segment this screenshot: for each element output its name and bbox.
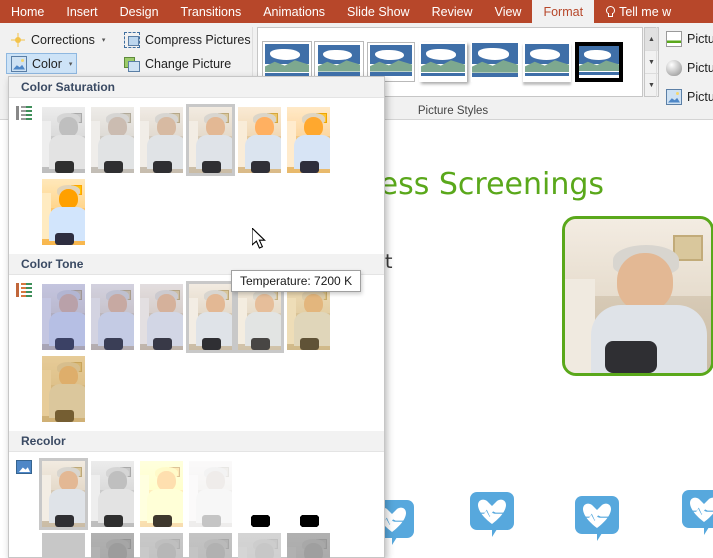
color-saturation-section [9, 98, 384, 254]
swatch-temperature-4700k[interactable] [39, 281, 88, 353]
swatch-washout[interactable] [186, 458, 235, 530]
picture-style-drop-shadow-rectangle[interactable] [419, 42, 467, 82]
brightness-sun-icon [10, 32, 26, 48]
ribbon-tab-bar: Home Insert Design Transitions Animation… [0, 0, 713, 23]
tab-review[interactable]: Review [421, 0, 484, 23]
picture-style-options-group: Pictu Pictu Pictu [660, 23, 713, 120]
picture-border-label: Pictu [687, 31, 713, 46]
picture-effects-label: Pictu [687, 60, 713, 75]
color-tone-grid[interactable] [39, 281, 380, 425]
swatch-sepia[interactable] [137, 458, 186, 530]
swatch-saturation-0[interactable] [39, 104, 88, 176]
tell-me-label: Tell me w [619, 4, 672, 19]
swatch-accent-color-4-dark[interactable] [235, 530, 284, 558]
tab-format[interactable]: Format [532, 0, 595, 23]
picture-layout-icon [666, 88, 682, 105]
heart-pulse-chat-icon [575, 496, 619, 541]
compress-pictures-label: Compress Pictures [145, 32, 251, 47]
section-header-color-saturation: Color Saturation [9, 77, 384, 98]
photo-bp-cuff [605, 341, 657, 373]
photo-face [617, 253, 673, 311]
tab-design[interactable]: Design [109, 0, 170, 23]
tab-transitions[interactable]: Transitions [170, 0, 253, 23]
powerpoint-window: Home Insert Design Transitions Animation… [0, 0, 713, 558]
picture-style-reflected-rounded-rectangle[interactable] [471, 42, 519, 82]
swatch-black-and-white-25[interactable] [235, 458, 284, 530]
swatch-temperature-11200k[interactable] [39, 353, 88, 425]
color-tone-section [9, 275, 384, 431]
corrections-button[interactable]: Corrections ▾ [6, 29, 109, 50]
picture-effects-button[interactable]: Pictu [662, 57, 713, 78]
picture-color-icon [11, 55, 27, 72]
heart-pulse-chat-icon [682, 490, 713, 535]
swatch-saturation-33[interactable] [88, 104, 137, 176]
picture-layout-button[interactable]: Pictu [662, 86, 713, 107]
temperature-tooltip: Temperature: 7200 K [231, 270, 362, 292]
swatch-grayscale[interactable] [88, 458, 137, 530]
recolor-grid[interactable] [39, 458, 380, 558]
tell-me-search[interactable]: Tell me w [594, 0, 682, 23]
tab-slide-show[interactable]: Slide Show [336, 0, 421, 23]
slide-photo[interactable] [562, 216, 713, 376]
swatch-saturation-100[interactable] [186, 104, 235, 176]
heart-pulse-chat-icon [470, 492, 514, 537]
color-label: Color [32, 56, 62, 71]
swatch-accent-color-1-dark[interactable] [88, 530, 137, 558]
chevron-down-icon: ▾ [68, 60, 73, 68]
change-picture-label: Change Picture [145, 56, 232, 71]
swatch-saturation-400[interactable] [39, 176, 88, 248]
change-picture-button[interactable]: Change Picture [120, 53, 235, 74]
recolor-section [9, 452, 384, 558]
swatch-accent-color-3-dark[interactable] [186, 530, 235, 558]
group-separator [656, 27, 657, 97]
picture-effects-icon [666, 59, 682, 76]
color-dropdown-menu[interactable]: Color Saturation Color Tone Recolor More… [8, 76, 385, 558]
lightbulb-icon [605, 6, 616, 17]
picture-style-thick-black-frame[interactable] [575, 42, 623, 82]
saturation-icon [9, 104, 39, 120]
swatch-saturation-300[interactable] [284, 104, 333, 176]
tone-icon [9, 281, 39, 297]
tab-animations[interactable]: Animations [252, 0, 336, 23]
picture-border-icon [666, 30, 682, 47]
swatch-no-recolor[interactable] [39, 458, 88, 530]
compress-pictures-button[interactable]: Compress Pictures [120, 29, 255, 50]
picture-border-button[interactable]: Pictu [662, 28, 713, 49]
picture-style-simple-frame-white[interactable] [262, 41, 312, 83]
corrections-label: Corrections [31, 32, 95, 47]
color-saturation-grid[interactable] [39, 104, 380, 248]
picture-style-soft-edge-rectangle[interactable] [523, 42, 571, 82]
tab-insert[interactable]: Insert [55, 0, 108, 23]
swatch-accent-color-5-dark[interactable] [284, 530, 333, 558]
picture-layout-label: Pictu [687, 89, 713, 104]
tab-home[interactable]: Home [0, 0, 55, 23]
swatch-temperature-6500k[interactable] [186, 281, 235, 353]
chevron-down-icon: ▾ [101, 36, 106, 44]
swatch-saturation-66[interactable] [137, 104, 186, 176]
swatch-black-and-white-50[interactable] [284, 458, 333, 530]
recolor-icon [9, 458, 39, 474]
swatch-black-and-white-75[interactable] [39, 530, 88, 558]
compress-pictures-icon [124, 31, 140, 48]
section-header-recolor: Recolor [9, 431, 384, 452]
swatch-accent-color-2-dark[interactable] [137, 530, 186, 558]
tab-view[interactable]: View [484, 0, 533, 23]
change-picture-icon [124, 56, 140, 72]
swatch-saturation-200[interactable] [235, 104, 284, 176]
color-button[interactable]: Color ▾ [6, 53, 78, 74]
swatch-temperature-5300k[interactable] [88, 281, 137, 353]
swatch-temperature-5900k[interactable] [137, 281, 186, 353]
